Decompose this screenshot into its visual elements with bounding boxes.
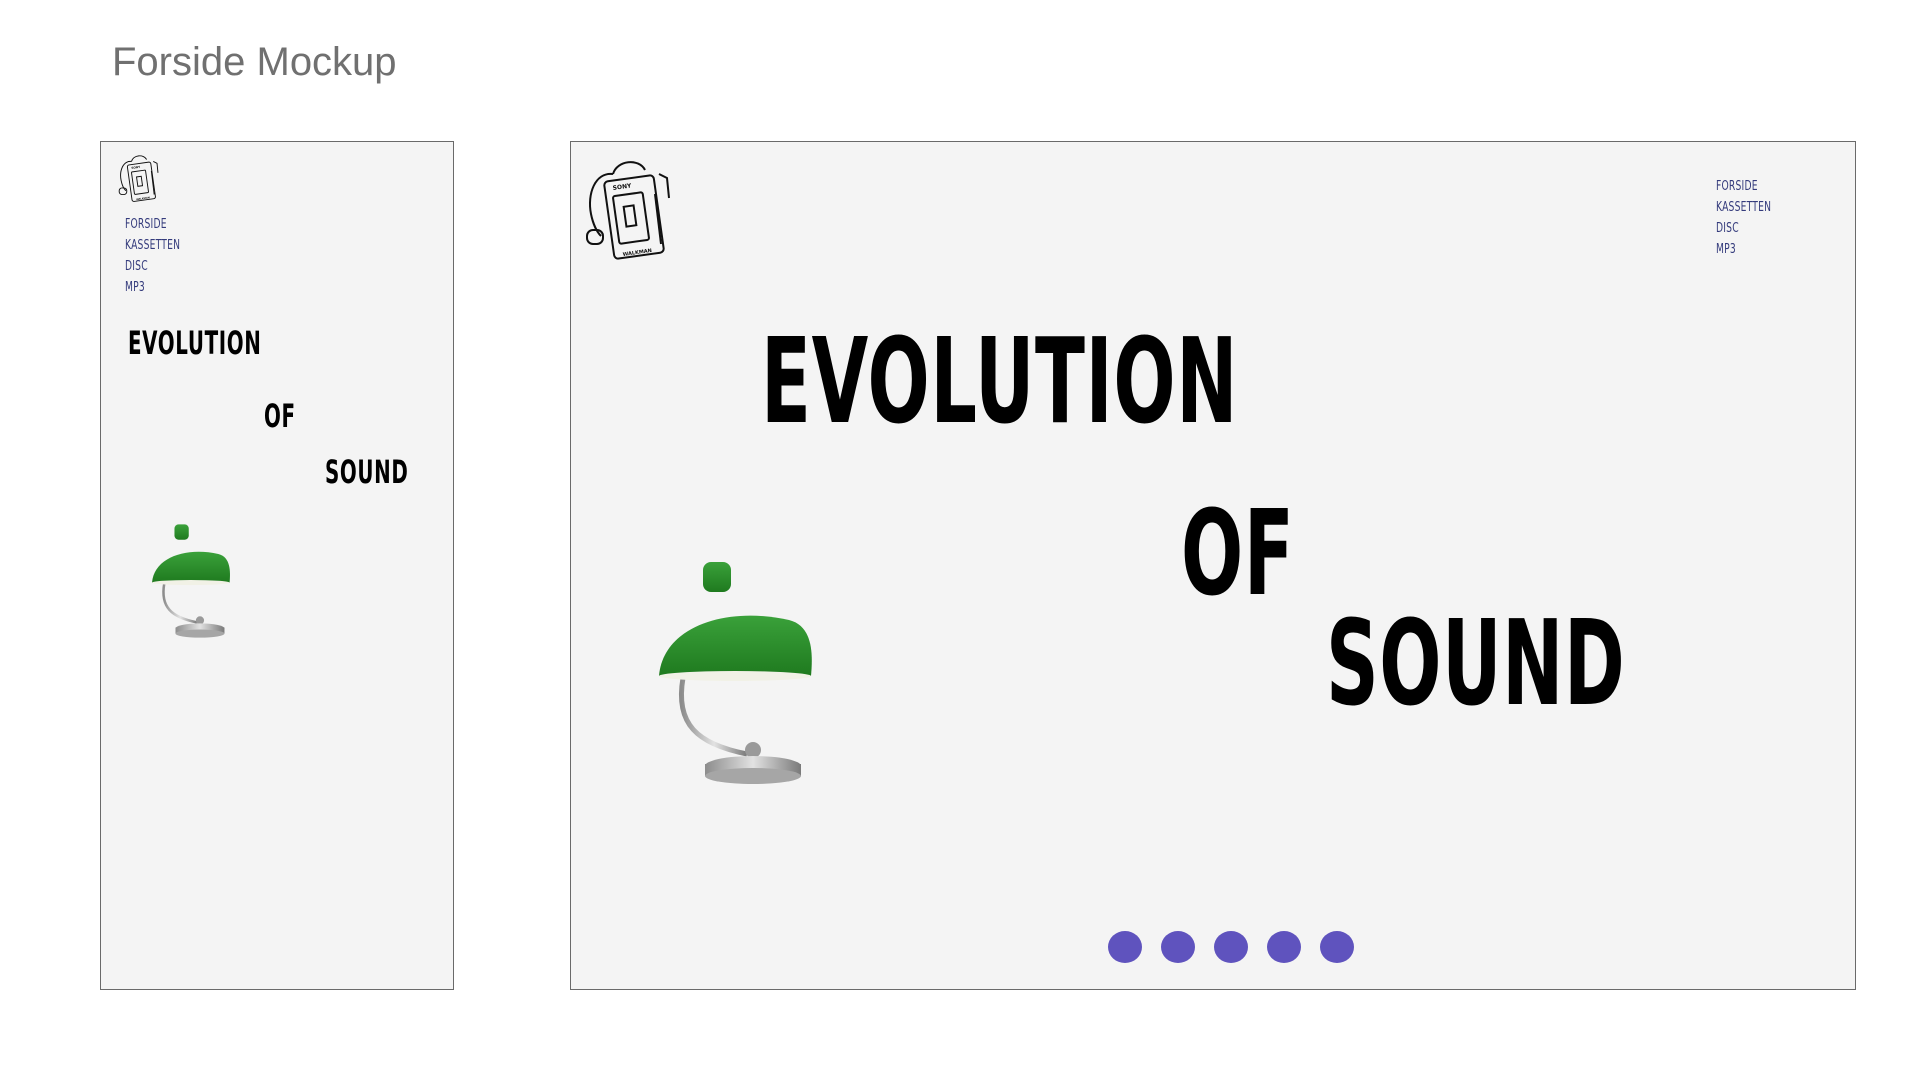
- walkman-icon[interactable]: SONY WALKMAN: [583, 154, 679, 264]
- mobile-mockup: SONY WALKMAN FORSIDE KASSETTEN DISC MP3 …: [100, 141, 454, 990]
- desktop-nav: FORSIDE KASSETTEN DISC MP3: [1716, 176, 1797, 260]
- hero-word-evolution: EVOLUTION: [761, 312, 1239, 450]
- carousel-dot-1[interactable]: [1108, 931, 1142, 963]
- svg-text:SONY: SONY: [612, 182, 632, 192]
- hero-word-sound: SOUND: [1326, 594, 1626, 732]
- hero-word-of: OF: [264, 397, 296, 435]
- nav-link-mp3[interactable]: MP3: [1716, 239, 1771, 260]
- desktop-mockup: SONY WALKMAN FORSIDE KASSETTEN DISC MP3 …: [570, 141, 1856, 990]
- nav-link-mp3[interactable]: MP3: [125, 277, 180, 298]
- carousel-dots: [1108, 931, 1354, 963]
- mobile-nav: FORSIDE KASSETTEN DISC MP3: [125, 214, 206, 298]
- carousel-dot-4[interactable]: [1267, 931, 1301, 963]
- desk-lamp-image: [659, 562, 812, 784]
- desk-lamp-image: [152, 524, 230, 638]
- hero-word-evolution: EVOLUTION: [128, 324, 262, 362]
- carousel-dot-3[interactable]: [1214, 931, 1248, 963]
- nav-link-forside[interactable]: FORSIDE: [1716, 176, 1771, 197]
- svg-text:SONY: SONY: [131, 165, 141, 170]
- carousel-dot-5[interactable]: [1320, 931, 1354, 963]
- nav-link-kassetten[interactable]: KASSETTEN: [125, 235, 180, 256]
- nav-link-forside[interactable]: FORSIDE: [125, 214, 180, 235]
- nav-link-kassetten[interactable]: KASSETTEN: [1716, 197, 1771, 218]
- nav-link-disc[interactable]: DISC: [125, 256, 180, 277]
- carousel-dot-2[interactable]: [1161, 931, 1195, 963]
- nav-link-disc[interactable]: DISC: [1716, 218, 1771, 239]
- walkman-icon[interactable]: SONY WALKMAN: [117, 152, 163, 204]
- hero-word-of: OF: [1181, 484, 1295, 622]
- hero-word-sound: SOUND: [325, 453, 409, 491]
- slide-title: Forside Mockup: [112, 40, 397, 84]
